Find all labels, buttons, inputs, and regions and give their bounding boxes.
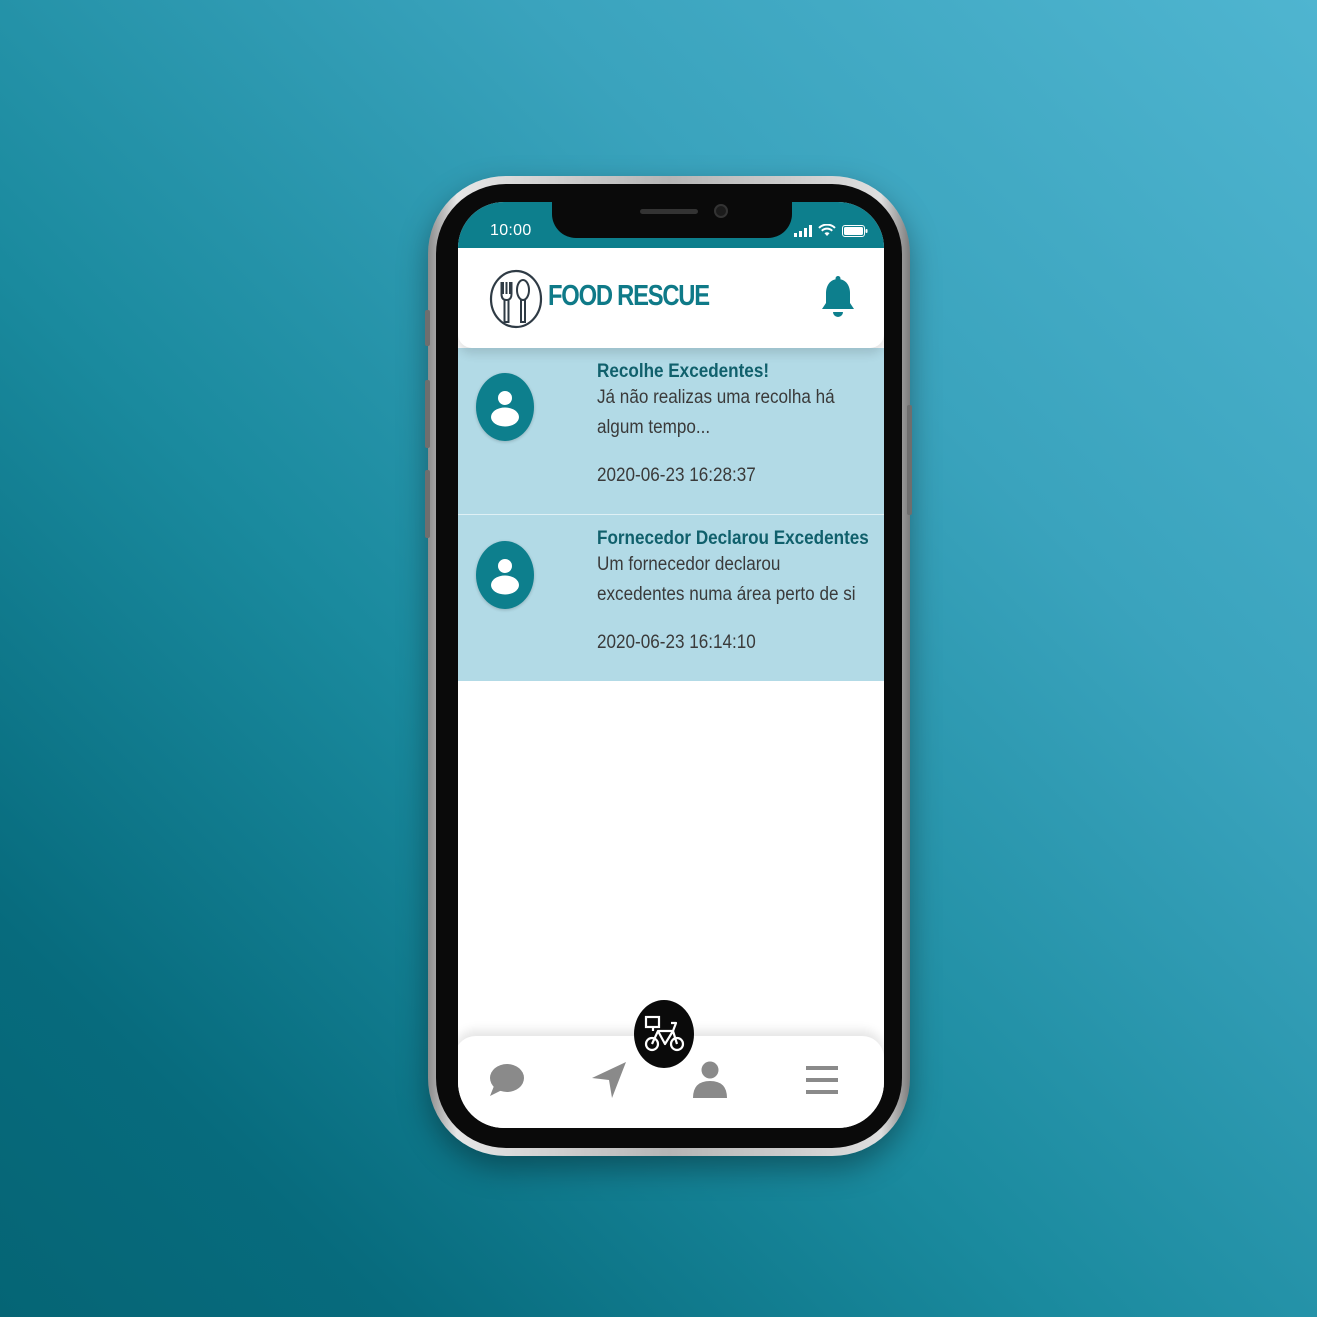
mute-switch xyxy=(425,310,430,346)
notification-timestamp: 2020-06-23 16:28:37 xyxy=(597,465,756,486)
app-screen: 10:00 FOOD RESCUE Recolhe Excedentes! Já… xyxy=(458,202,884,1128)
wifi-icon xyxy=(818,224,836,236)
signal-icon xyxy=(794,224,812,237)
menu-icon[interactable] xyxy=(802,1058,846,1102)
user-avatar-icon xyxy=(476,373,534,441)
navigation-icon[interactable] xyxy=(588,1058,632,1102)
app-logo-text: FOOD RESCUE xyxy=(548,280,710,312)
user-avatar-icon xyxy=(476,541,534,609)
status-time: 10:00 xyxy=(490,222,532,239)
bell-icon[interactable] xyxy=(820,276,856,318)
power-button xyxy=(907,405,912,515)
delivery-bike-icon xyxy=(644,1015,685,1052)
fork-spoon-icon xyxy=(489,269,543,329)
notch xyxy=(552,202,792,238)
battery-icon xyxy=(842,224,868,237)
notification-timestamp: 2020-06-23 16:14:10 xyxy=(597,632,756,653)
volume-up-button xyxy=(425,380,430,448)
volume-down-button xyxy=(425,470,430,538)
speaker-grille xyxy=(640,209,698,214)
notification-title: Recolhe Excedentes! xyxy=(597,361,770,382)
notification-body: Já não realizas uma recolha há algum tem… xyxy=(597,387,835,438)
profile-icon[interactable] xyxy=(688,1058,732,1102)
delivery-bike-button[interactable] xyxy=(634,1000,694,1068)
app-header: FOOD RESCUE xyxy=(458,248,884,348)
chat-icon[interactable] xyxy=(484,1058,528,1102)
notification-item[interactable]: Recolhe Excedentes! Já não realizas uma … xyxy=(458,348,884,514)
front-camera xyxy=(714,204,728,218)
notification-title: Fornecedor Declarou Excedentes xyxy=(597,528,869,549)
notification-item[interactable]: Fornecedor Declarou Excedentes Um fornec… xyxy=(458,515,884,681)
notification-body: Um fornecedor declarou excedentes numa á… xyxy=(597,554,856,605)
